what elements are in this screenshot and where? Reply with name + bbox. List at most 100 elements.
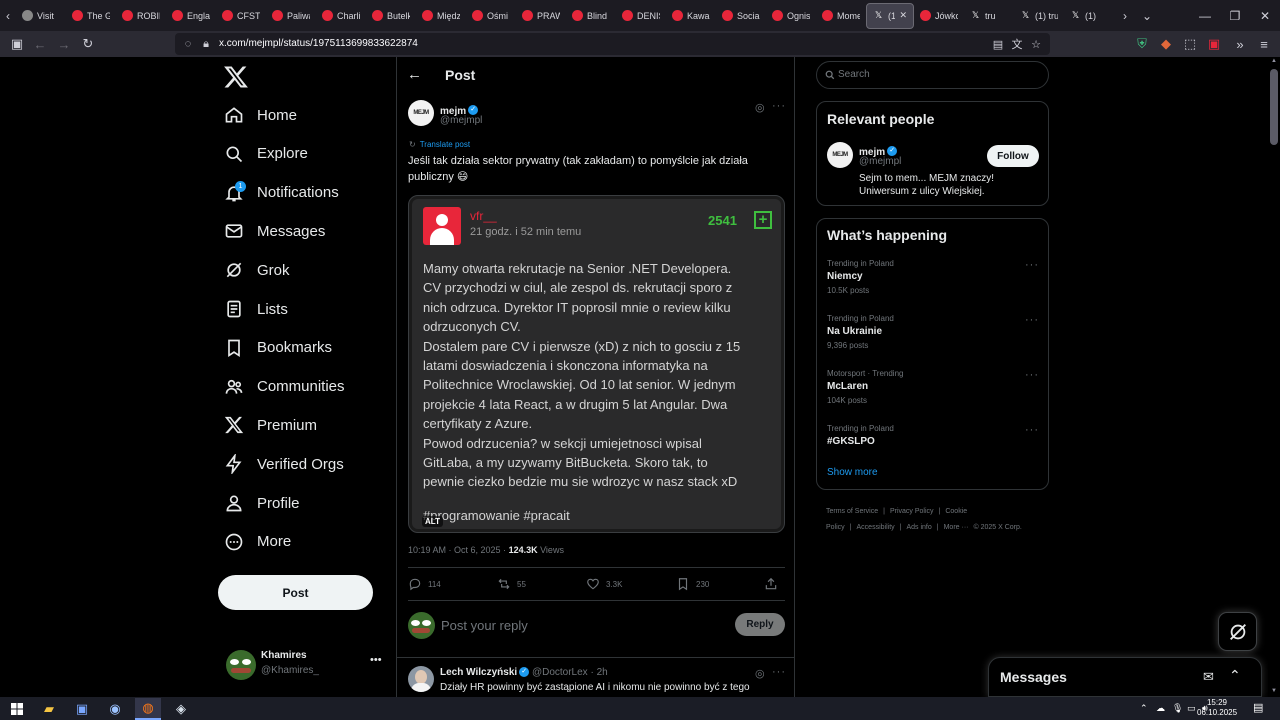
restore-icon[interactable]: ❐ bbox=[1220, 0, 1250, 31]
url-bar[interactable]: ◌ 🔒︎ x.com/mejmpl/status/197511369983362… bbox=[175, 33, 1050, 55]
back-arrow-icon[interactable]: ← bbox=[407, 67, 423, 83]
more-dots-icon[interactable]: ··· bbox=[1025, 369, 1039, 381]
messages-drawer[interactable]: Messages ✉ ⌃ bbox=[988, 657, 1262, 697]
reply-author-handle[interactable]: @DoctorLex · 2h bbox=[532, 667, 608, 678]
trend-item[interactable]: Motorsport · Trending McLaren 104K posts ··… bbox=[827, 369, 1039, 409]
browser-tab[interactable]: Ognis bbox=[766, 3, 816, 29]
browser-tab[interactable]: ROBIN bbox=[116, 3, 166, 29]
post-button[interactable]: Post bbox=[218, 575, 373, 610]
reader-view-icon[interactable]: ▤ bbox=[990, 36, 1006, 52]
minimize-icon[interactable]: — bbox=[1190, 0, 1220, 31]
browser-tab[interactable]: PRAW bbox=[516, 3, 566, 29]
browser-tab[interactable]: Jówko bbox=[914, 3, 964, 29]
browser-tab[interactable]: Blind bbox=[566, 3, 616, 29]
post-timestamp[interactable]: 10:19 AM · Oct 6, 2025 · bbox=[408, 545, 509, 555]
expand-chevron-icon[interactable]: ⌃ bbox=[1229, 667, 1241, 684]
shield-icon[interactable]: ◌ bbox=[180, 36, 196, 52]
trend-item[interactable]: Trending in Poland Niemcy 10.5K posts ··· bbox=[827, 259, 1039, 299]
person-avatar[interactable]: MEJM bbox=[827, 142, 853, 168]
like-action[interactable]: 3.3K bbox=[586, 577, 622, 591]
search-input[interactable]: Search bbox=[816, 61, 1049, 89]
url-text[interactable]: x.com/mejmpl/status/1975113699833622874 bbox=[219, 38, 418, 49]
system-clock[interactable]: 15:29 06.10.2025 bbox=[1197, 698, 1237, 718]
sidebar-item-home[interactable]: Home bbox=[222, 98, 297, 132]
translate-icon[interactable]: 文 bbox=[1009, 36, 1025, 52]
footer-link[interactable]: Ads info bbox=[906, 524, 931, 531]
sidebar-item-profile[interactable]: Profile bbox=[222, 486, 300, 520]
browser-tab[interactable]: Engla bbox=[166, 3, 216, 29]
follow-button[interactable]: Follow bbox=[987, 145, 1039, 167]
account-switcher[interactable]: Khamires @Khamires_ ••• bbox=[226, 648, 386, 682]
share-action[interactable] bbox=[764, 577, 778, 591]
browser-tab[interactable]: Ośmi bbox=[466, 3, 516, 29]
browser-tab[interactable]: Visit bbox=[16, 3, 66, 29]
repost-action[interactable]: 55 bbox=[497, 577, 526, 591]
footer-link[interactable]: More ··· bbox=[944, 524, 969, 531]
reply-author-name[interactable]: Lech Wilczyński bbox=[440, 667, 517, 678]
sidebar-item-bookmarks[interactable]: Bookmarks bbox=[222, 331, 332, 365]
lock-icon[interactable]: 🔒︎ bbox=[198, 36, 214, 52]
grok-icon[interactable]: ◎ bbox=[755, 101, 765, 114]
reply-input[interactable]: Post your reply bbox=[441, 618, 528, 633]
browser-tab[interactable]: CFSTV bbox=[216, 3, 266, 29]
page-scrollbar[interactable]: ▲ ▼ bbox=[1268, 57, 1280, 697]
bookmark-star-icon[interactable]: ☆ bbox=[1028, 36, 1044, 52]
browser-tab[interactable]: Charli bbox=[316, 3, 366, 29]
cloud-icon[interactable]: ☁ bbox=[1156, 703, 1165, 714]
reply-action[interactable]: 114 bbox=[408, 577, 441, 591]
sidebar-item-communities[interactable]: Communities bbox=[222, 370, 345, 404]
new-message-icon[interactable]: ✉ bbox=[1203, 669, 1214, 685]
translate-label[interactable]: Translate post bbox=[420, 140, 470, 149]
browser-tab[interactable]: 𝕏tru bbox=[964, 3, 1014, 29]
reply-item[interactable]: Lech Wilczyński ✓ @DoctorLex · 2h ◎ ··· D… bbox=[397, 657, 794, 697]
sidebar-item-explore[interactable]: Explore bbox=[222, 137, 308, 171]
trend-item[interactable]: Trending in Poland #GKSLPO ··· bbox=[827, 424, 1039, 464]
grok-floating-button[interactable] bbox=[1218, 612, 1257, 651]
scroll-up-icon[interactable]: ▲ bbox=[1271, 58, 1277, 64]
translate-post-link[interactable]: ↻ Translate post bbox=[409, 140, 470, 149]
extension-fox-icon[interactable]: ◆ bbox=[1154, 32, 1178, 56]
avatar[interactable] bbox=[408, 666, 434, 692]
tab-scroll-right-icon[interactable]: › bbox=[1114, 0, 1136, 31]
bookmark-action[interactable]: 230 bbox=[676, 577, 709, 591]
browser-tab[interactable]: The G bbox=[66, 3, 116, 29]
x-logo-icon[interactable] bbox=[222, 64, 250, 90]
reply-button[interactable]: Reply bbox=[735, 613, 785, 636]
app-icon[interactable]: ◈ bbox=[168, 698, 194, 720]
computer-icon[interactable]: ▣ bbox=[69, 698, 95, 720]
more-dots-icon[interactable]: ··· bbox=[772, 666, 786, 678]
alt-badge[interactable]: ALT bbox=[422, 516, 443, 527]
sidebar-item-lists[interactable]: Lists bbox=[222, 292, 288, 326]
sidebar-item-verified-orgs[interactable]: Verified Orgs bbox=[222, 447, 344, 481]
steam-icon[interactable]: ◉ bbox=[102, 698, 128, 720]
more-dots-icon[interactable]: ··· bbox=[1025, 259, 1039, 271]
microphone-icon[interactable]: 🎙︎ bbox=[1172, 703, 1183, 714]
more-dots-icon[interactable]: ··· bbox=[1025, 424, 1039, 436]
browser-tab[interactable]: DENIS bbox=[616, 3, 666, 29]
footer-link[interactable]: © 2025 X Corp. bbox=[973, 524, 1021, 531]
show-more-link[interactable]: Show more bbox=[827, 467, 878, 478]
app-menu-icon[interactable]: ≡ bbox=[1252, 32, 1276, 56]
grok-icon[interactable]: ◎ bbox=[755, 667, 765, 680]
footer-link[interactable]: Privacy Policy bbox=[890, 508, 934, 515]
back-icon[interactable]: ← bbox=[28, 32, 52, 56]
messages-drawer-title[interactable]: Messages bbox=[1000, 669, 1067, 685]
post-image[interactable]: vfr__ 21 godz. i 52 min temu 2541 + Mamy… bbox=[408, 195, 785, 533]
overflow-chevron-icon[interactable]: » bbox=[1228, 32, 1252, 56]
firefox-icon[interactable]: ◍ bbox=[135, 698, 161, 720]
sidebar-item-notifications[interactable]: 1 Notifications bbox=[222, 176, 339, 210]
sidebar-item-more[interactable]: More bbox=[222, 525, 291, 559]
extension-red-icon[interactable]: ▣ bbox=[1202, 32, 1226, 56]
close-tab-icon[interactable]: ✕ bbox=[899, 10, 907, 21]
scrollbar-thumb[interactable] bbox=[1270, 69, 1278, 145]
footer-link[interactable]: Accessibility bbox=[857, 524, 895, 531]
browser-tab[interactable]: Kawal bbox=[666, 3, 716, 29]
browser-tab[interactable]: 𝕏 (1) ✕ bbox=[866, 2, 914, 29]
browser-tab[interactable]: Social bbox=[716, 3, 766, 29]
more-dots-icon[interactable]: ••• bbox=[370, 654, 382, 666]
more-dots-icon[interactable]: ··· bbox=[772, 100, 786, 112]
network-icon[interactable]: ▭ bbox=[1187, 703, 1196, 714]
extensions-icon[interactable]: ⬚ bbox=[1178, 32, 1202, 56]
browser-tab[interactable]: Między bbox=[416, 3, 466, 29]
footer-link[interactable]: Terms of Service bbox=[826, 508, 878, 515]
